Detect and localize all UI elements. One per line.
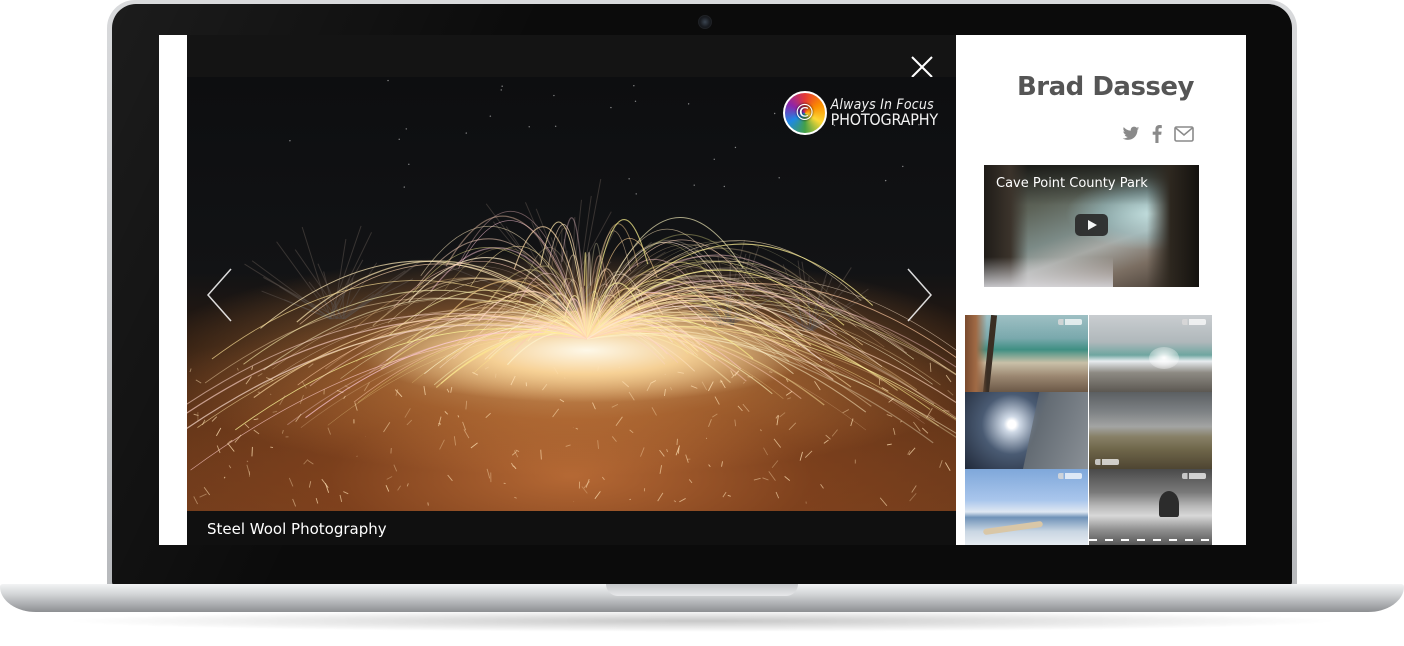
watermark-logo: Always In Focus PHOTOGRAPHY xyxy=(782,91,939,135)
watermark-icon xyxy=(1058,473,1082,479)
watermark-line2: PHOTOGRAPHY xyxy=(830,110,939,129)
gallery-thumbnail[interactable] xyxy=(1089,469,1212,545)
social-links xyxy=(1122,125,1194,148)
video-snow xyxy=(984,257,1113,287)
author-name: Brad Dassey xyxy=(1016,72,1195,102)
camera-lens-icon xyxy=(782,91,827,135)
video-title: Cave Point County Park xyxy=(996,176,1148,191)
gallery-thumbnail[interactable] xyxy=(965,392,1088,469)
watermark-icon xyxy=(1182,319,1206,325)
video-thumbnail[interactable]: Cave Point County Park xyxy=(984,165,1199,287)
lightbox-photo: Always In Focus PHOTOGRAPHY xyxy=(187,77,956,511)
play-icon[interactable] xyxy=(1075,214,1108,236)
gallery-thumbnail[interactable] xyxy=(1089,315,1212,392)
steel-wool-sparks-image xyxy=(187,79,956,507)
watermark-icon xyxy=(1058,319,1082,325)
gallery-thumbnail[interactable] xyxy=(1089,392,1212,469)
twitter-icon[interactable] xyxy=(1122,126,1140,147)
gallery-thumbnail[interactable] xyxy=(965,469,1088,545)
sidebar: Brad Dassey Cave Point County Park xyxy=(956,35,1246,545)
gallery-thumbnail[interactable] xyxy=(965,315,1088,392)
watermark-text: Always In Focus PHOTOGRAPHY xyxy=(830,98,939,129)
screen: Always In Focus PHOTOGRAPHY Steel Wool P… xyxy=(159,35,1246,545)
chevron-right-icon[interactable] xyxy=(904,267,934,323)
close-icon[interactable] xyxy=(910,55,934,79)
watermark-icon xyxy=(1058,396,1082,402)
video-trees-right xyxy=(1147,165,1199,287)
email-icon[interactable] xyxy=(1174,126,1194,147)
lightbox: Always In Focus PHOTOGRAPHY Steel Wool P… xyxy=(187,35,956,545)
laptop-shadow xyxy=(60,610,1344,632)
watermark-icon xyxy=(1095,459,1119,465)
facebook-icon[interactable] xyxy=(1152,125,1162,148)
chevron-left-icon[interactable] xyxy=(205,267,235,323)
caption-bar: Steel Wool Photography xyxy=(187,511,956,545)
watermark-icon xyxy=(1182,473,1206,479)
spark-streaks xyxy=(187,210,956,507)
webcam xyxy=(698,15,712,29)
laptop-notch xyxy=(606,584,798,596)
lightbox-topbar xyxy=(187,35,956,79)
photo-gallery xyxy=(965,315,1212,545)
photo-caption: Steel Wool Photography xyxy=(207,520,387,538)
